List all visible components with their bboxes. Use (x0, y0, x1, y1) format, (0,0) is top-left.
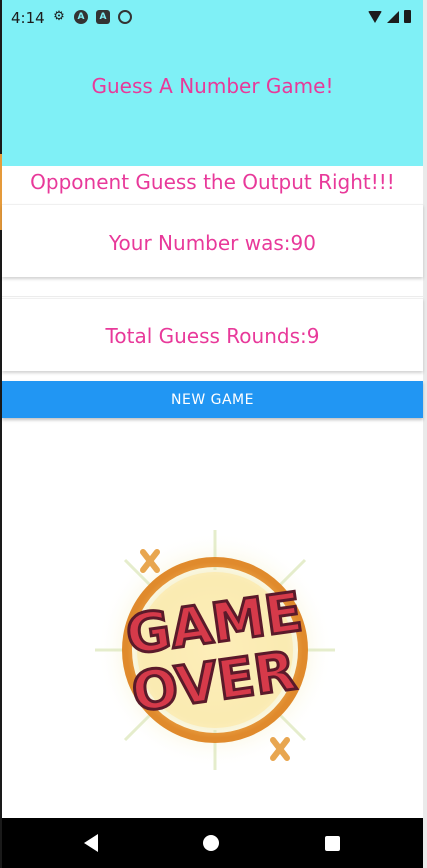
signal-icon (387, 10, 399, 23)
status-notification-icons: ⚙ A A (52, 10, 132, 24)
frame-right-edge (423, 0, 427, 868)
result-message: Opponent Guess the Output Right!!! (30, 170, 395, 194)
new-game-button[interactable]: NEW GAME (2, 381, 423, 418)
status-time: 4:14 (11, 9, 45, 27)
recents-icon[interactable] (325, 836, 340, 851)
navigation-bar (2, 818, 423, 868)
battery-icon (404, 10, 411, 23)
status-system-icons (368, 10, 411, 23)
settings-icon: ⚙ (53, 9, 65, 24)
a-circle-icon: A (74, 10, 88, 24)
page-title: Guess A Number Game! (91, 74, 334, 98)
total-rounds-text: Total Guess Rounds:9 (105, 324, 320, 348)
back-icon[interactable] (84, 834, 98, 852)
sync-icon (118, 10, 132, 24)
game-over-image: GAME OVER (95, 530, 335, 770)
your-number-text: Your Number was:90 (109, 231, 316, 255)
total-rounds-card: Total Guess Rounds:9 (2, 298, 423, 371)
app-header: Guess A Number Game! (2, 34, 423, 166)
app-screen: 4:14 ⚙ A A Guess A Number Game! Opponent… (0, 0, 427, 868)
your-number-card: Your Number was:90 (2, 204, 423, 277)
divider (2, 296, 423, 297)
status-bar: 4:14 ⚙ A A (2, 0, 423, 34)
a-square-icon: A (96, 10, 110, 24)
wifi-icon (368, 10, 382, 23)
home-icon[interactable] (203, 835, 219, 851)
